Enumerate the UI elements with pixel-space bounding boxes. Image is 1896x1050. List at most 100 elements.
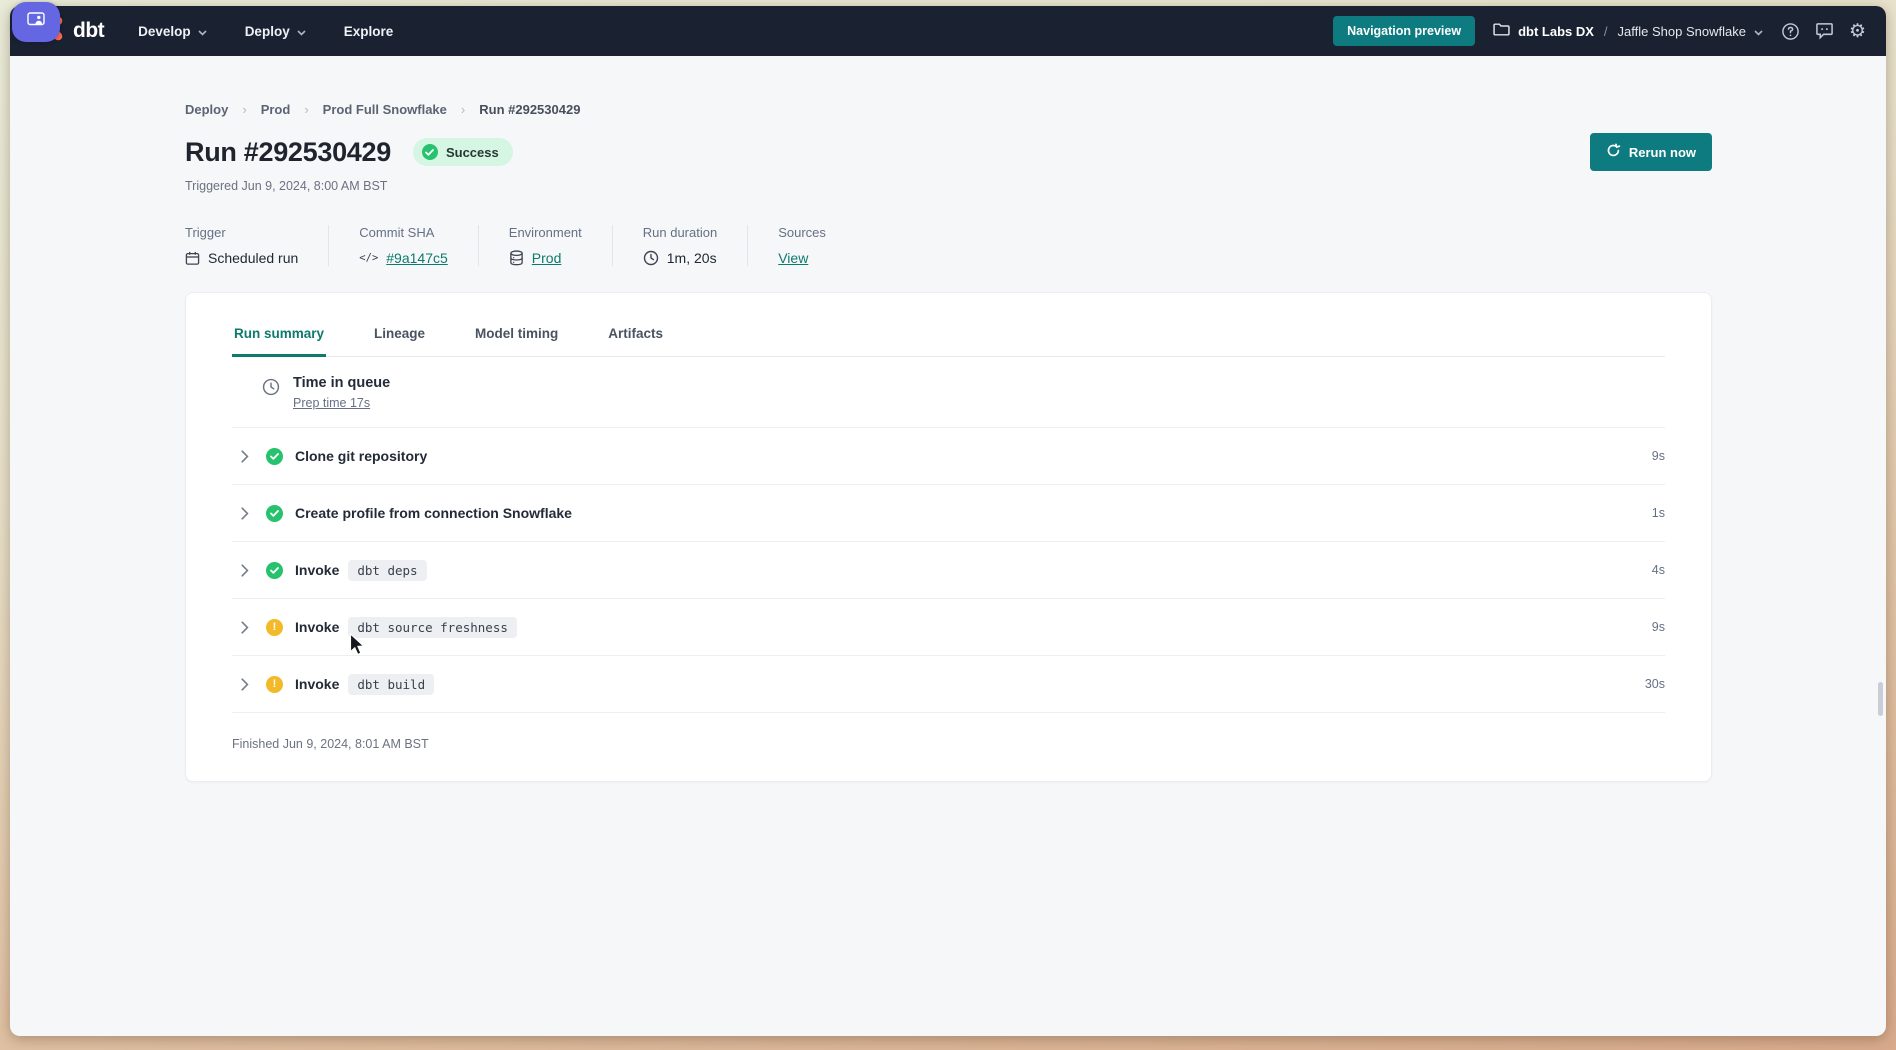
meta-duration-value: 1m, 20s bbox=[667, 250, 717, 266]
meta-environment-label: Environment bbox=[509, 225, 582, 240]
step-duration: 9s bbox=[1652, 449, 1665, 463]
step-duration: 1s bbox=[1652, 506, 1665, 520]
run-meta-row: Trigger Scheduled run Commit SHA </> bbox=[185, 225, 1712, 266]
meta-trigger-value: Scheduled run bbox=[208, 250, 298, 266]
scrollbar-thumb[interactable] bbox=[1878, 682, 1883, 716]
step-duration: 4s bbox=[1652, 563, 1665, 577]
finished-timestamp: Finished Jun 9, 2024, 8:01 AM BST bbox=[232, 713, 1665, 751]
step-label: Invoke bbox=[295, 676, 339, 692]
step-row-clone-git[interactable]: Clone git repository 9s bbox=[232, 428, 1665, 485]
step-row-dbt-build[interactable]: ! Invoke dbt build 30s bbox=[232, 656, 1665, 713]
calendar-icon bbox=[185, 251, 200, 266]
breadcrumb-run: Run #292530429 bbox=[479, 102, 580, 117]
chevron-right-icon[interactable] bbox=[232, 621, 254, 634]
tab-lineage[interactable]: Lineage bbox=[372, 311, 427, 357]
meta-run-duration: Run duration 1m, 20s bbox=[643, 225, 748, 266]
success-check-icon bbox=[266, 448, 283, 465]
help-icon[interactable] bbox=[1781, 22, 1800, 41]
folder-icon bbox=[1493, 22, 1510, 40]
environment-link[interactable]: Prod bbox=[532, 250, 562, 266]
chevron-right-icon[interactable] bbox=[232, 678, 254, 691]
tab-run-summary[interactable]: Run summary bbox=[232, 311, 326, 357]
commit-sha-link[interactable]: #9a147c5 bbox=[386, 250, 448, 266]
success-check-icon bbox=[422, 144, 438, 160]
project-switcher[interactable]: dbt Labs DX / Jaffle Shop Snowflake bbox=[1493, 22, 1763, 40]
status-badge: Success bbox=[413, 138, 513, 166]
run-summary-card: Run summary Lineage Model timing Artifac… bbox=[185, 292, 1712, 782]
rerun-button-label: Rerun now bbox=[1629, 145, 1696, 160]
step-command-chip: dbt build bbox=[348, 674, 434, 695]
meta-trigger: Trigger Scheduled run bbox=[185, 225, 329, 266]
nav-icon-cluster: ⚙ bbox=[1781, 22, 1866, 41]
meta-sources-label: Sources bbox=[778, 225, 826, 240]
breadcrumb-separator: › bbox=[242, 102, 246, 117]
breadcrumb-separator: › bbox=[304, 102, 308, 117]
tab-artifacts[interactable]: Artifacts bbox=[606, 311, 665, 357]
nav-menu-develop-label: Develop bbox=[138, 24, 191, 39]
meta-commit-sha: Commit SHA </> #9a147c5 bbox=[359, 225, 478, 266]
success-check-icon bbox=[266, 562, 283, 579]
breadcrumb-job[interactable]: Prod Full Snowflake bbox=[323, 102, 447, 117]
tab-bar: Run summary Lineage Model timing Artifac… bbox=[232, 311, 1665, 357]
path-separator: / bbox=[1602, 24, 1610, 39]
step-label: Clone git repository bbox=[295, 448, 427, 464]
meta-duration-label: Run duration bbox=[643, 225, 717, 240]
meta-environment: Environment Prod bbox=[509, 225, 613, 266]
success-check-icon bbox=[266, 505, 283, 522]
time-in-queue-title: Time in queue bbox=[293, 375, 390, 391]
step-duration: 30s bbox=[1645, 677, 1665, 691]
navigation-preview-button[interactable]: Navigation preview bbox=[1333, 16, 1475, 46]
page-content: Deploy › Prod › Prod Full Snowflake › Ru… bbox=[10, 56, 1886, 782]
tab-model-timing[interactable]: Model timing bbox=[473, 311, 560, 357]
sources-view-link[interactable]: View bbox=[778, 250, 808, 266]
nav-menus: Develop Deploy Explore bbox=[138, 24, 393, 39]
nav-right-cluster: Navigation preview dbt Labs DX / Jaffle … bbox=[1333, 16, 1866, 46]
status-badge-label: Success bbox=[446, 145, 499, 160]
chevron-down-icon bbox=[297, 24, 306, 39]
gear-icon[interactable]: ⚙ bbox=[1849, 22, 1866, 41]
nav-menu-deploy[interactable]: Deploy bbox=[245, 24, 306, 39]
rerun-icon bbox=[1606, 143, 1621, 161]
screen-share-indicator[interactable] bbox=[12, 2, 60, 42]
chevron-down-icon bbox=[198, 24, 207, 39]
chevron-right-icon[interactable] bbox=[232, 507, 254, 520]
step-duration: 9s bbox=[1652, 620, 1665, 634]
step-command-chip: dbt deps bbox=[348, 560, 426, 581]
meta-commit-label: Commit SHA bbox=[359, 225, 447, 240]
nav-menu-deploy-label: Deploy bbox=[245, 24, 290, 39]
clock-icon bbox=[643, 250, 659, 266]
breadcrumb-separator: › bbox=[461, 102, 465, 117]
chevron-right-icon[interactable] bbox=[232, 450, 254, 463]
title-row: Run #292530429 Success Rerun now bbox=[185, 133, 1712, 171]
screen-share-icon bbox=[27, 12, 45, 32]
prep-time-link[interactable]: Prep time 17s bbox=[293, 396, 370, 410]
chevron-down-icon bbox=[1754, 24, 1763, 39]
step-command-chip: dbt source freshness bbox=[348, 617, 517, 638]
feedback-icon[interactable] bbox=[1815, 22, 1834, 40]
page-title: Run #292530429 bbox=[185, 137, 391, 168]
app-window: dbt Develop Deploy Explore Navigation pr… bbox=[10, 6, 1886, 1036]
step-row-dbt-deps[interactable]: Invoke dbt deps 4s bbox=[232, 542, 1665, 599]
clock-icon bbox=[262, 378, 280, 396]
breadcrumb-deploy[interactable]: Deploy bbox=[185, 102, 228, 117]
warning-icon: ! bbox=[266, 676, 283, 693]
time-in-queue-row: Time in queue Prep time 17s bbox=[232, 357, 1665, 428]
nav-menu-explore[interactable]: Explore bbox=[344, 24, 394, 39]
step-label: Invoke bbox=[295, 619, 339, 635]
top-nav: dbt Develop Deploy Explore Navigation pr… bbox=[10, 6, 1886, 56]
nav-menu-develop[interactable]: Develop bbox=[138, 24, 207, 39]
chevron-right-icon[interactable] bbox=[232, 564, 254, 577]
step-label: Invoke bbox=[295, 562, 339, 578]
breadcrumb-prod[interactable]: Prod bbox=[261, 102, 291, 117]
triggered-timestamp: Triggered Jun 9, 2024, 8:00 AM BST bbox=[185, 179, 1712, 193]
warning-icon: ! bbox=[266, 619, 283, 636]
rerun-now-button[interactable]: Rerun now bbox=[1590, 133, 1712, 171]
step-row-create-profile[interactable]: Create profile from connection Snowflake… bbox=[232, 485, 1665, 542]
project-name: Jaffle Shop Snowflake bbox=[1618, 24, 1746, 39]
step-row-dbt-source-freshness[interactable]: ! Invoke dbt source freshness 9s bbox=[232, 599, 1665, 656]
step-label: Create profile from connection Snowflake bbox=[295, 505, 572, 521]
meta-trigger-label: Trigger bbox=[185, 225, 298, 240]
nav-menu-explore-label: Explore bbox=[344, 24, 394, 39]
dbt-logo-text: dbt bbox=[73, 19, 104, 43]
breadcrumb: Deploy › Prod › Prod Full Snowflake › Ru… bbox=[185, 102, 1712, 117]
